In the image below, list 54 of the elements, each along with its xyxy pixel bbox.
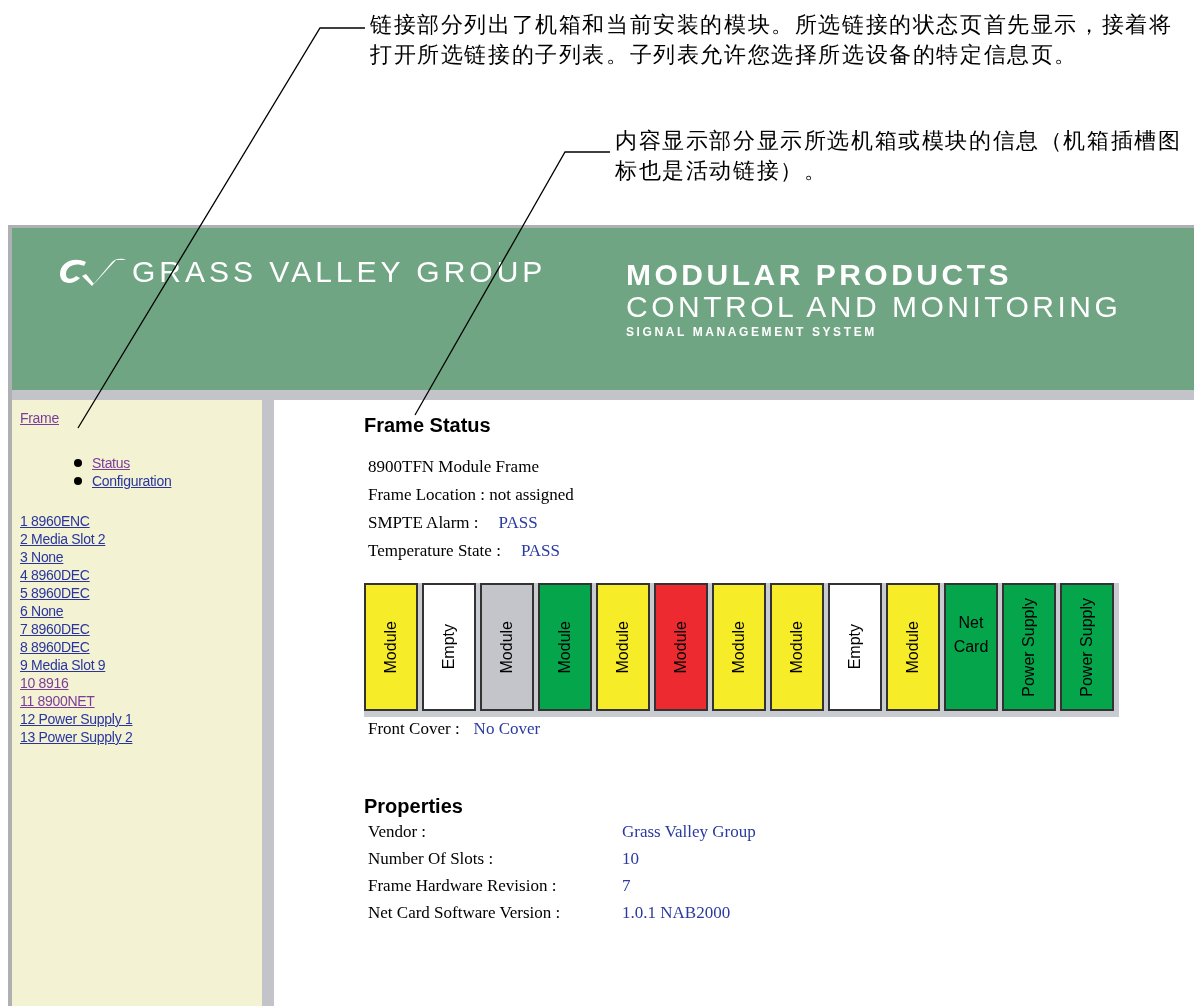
property-value: 1.0.1 NAB2000 [622, 902, 732, 924]
cover-value: No Cover [473, 719, 541, 739]
status-label: SMPTE Alarm : [368, 512, 479, 534]
slot-link[interactable]: 11 8900NET [20, 692, 95, 710]
slot-link[interactable]: 6 None [20, 602, 64, 620]
slot-link[interactable]: 7 8960DEC [20, 620, 90, 638]
status-value: PASS [520, 540, 560, 562]
sidebar-link[interactable]: Status [92, 454, 130, 472]
slot-link[interactable]: 2 Media Slot 2 [20, 530, 106, 548]
product-subtitle: SIGNAL MANAGEMENT SYSTEM [626, 326, 878, 338]
property-label: Net Card Software Version : [368, 902, 562, 924]
callout-text: 内容显示部分显示所选机箱或模块的信息（机箱插槽图标也是活动链接）。 [614, 127, 1183, 185]
slot-link[interactable]: 1 8960ENC [20, 512, 90, 530]
frame-link[interactable]: Frame [20, 410, 59, 426]
slot-link[interactable]: 5 8960DEC [20, 584, 90, 602]
page-title: Frame Status [364, 414, 492, 437]
product-title: CONTROL AND MONITORING [626, 292, 1122, 322]
frame-name: 8900TFN Module Frame [368, 456, 540, 478]
callout-text: 链接部分列出了机箱和当前安装的模块。所选链接的状态页首先显示，接着将打开所选链接的子列表。子列表允许您选择所选设备的特定信息页。 [369, 11, 1174, 69]
slot-link[interactable]: 4 8960DEC [20, 566, 90, 584]
bullet-icon [74, 477, 82, 485]
property-label: Vendor : [368, 821, 428, 843]
slot-link[interactable]: 12 Power Supply 1 [20, 710, 133, 728]
property-value: 10 [622, 848, 640, 870]
bullet-icon [74, 459, 82, 467]
cover-label: Front Cover : [368, 719, 460, 739]
product-title: MODULAR PRODUCTS [626, 260, 1013, 290]
slot-tile[interactable]: Module [480, 583, 534, 711]
slot-tile[interactable]: Module [596, 583, 650, 711]
status-label: Temperature State : [368, 540, 501, 562]
slot-tile[interactable]: Module [538, 583, 592, 711]
slot-link[interactable]: 9 Media Slot 9 [20, 656, 106, 674]
slot-link[interactable]: 13 Power Supply 2 [20, 728, 133, 746]
slot-tile[interactable]: Module [654, 583, 708, 711]
status-value: PASS [498, 512, 538, 534]
sidebar-link[interactable]: Configuration [92, 472, 172, 490]
slot-tile[interactable]: Empty [422, 583, 476, 711]
slot-tile[interactable]: Power Supply [1060, 583, 1114, 711]
slot-link[interactable]: 10 8916 [20, 674, 69, 692]
slot-link[interactable]: 3 None [20, 548, 64, 566]
slot-tile[interactable]: Module [770, 583, 824, 711]
section-title: Properties [364, 795, 464, 818]
property-label: Number Of Slots : [368, 848, 495, 870]
slot-tile[interactable]: Power Supply [1002, 583, 1056, 711]
slot-tile[interactable]: Empty [828, 583, 882, 711]
status-label: Frame Location : not assigned [368, 484, 574, 506]
slot-tile[interactable]: Net Card [944, 583, 998, 711]
slot-tile[interactable]: Module [712, 583, 766, 711]
slot-tile[interactable]: Module [886, 583, 940, 711]
property-value: 7 [622, 875, 632, 897]
slot-tile[interactable]: Module [364, 583, 418, 711]
property-label: Frame Hardware Revision : [368, 875, 558, 897]
property-value: Grass Valley Group [622, 821, 757, 843]
slot-link[interactable]: 8 8960DEC [20, 638, 90, 656]
